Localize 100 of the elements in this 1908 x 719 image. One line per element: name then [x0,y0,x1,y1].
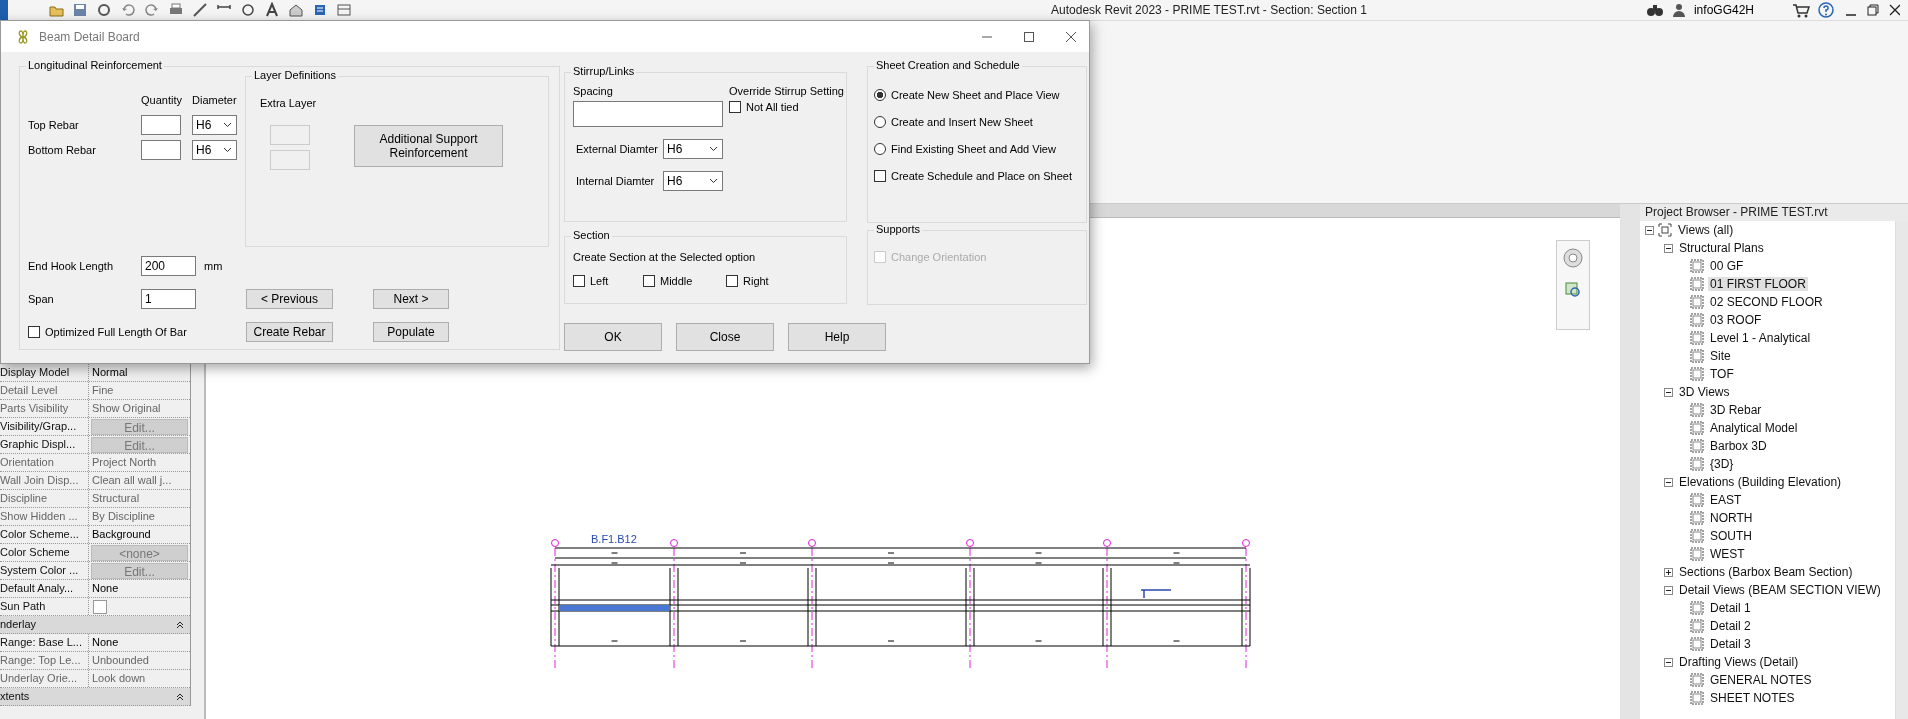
collapse-icon[interactable] [1645,225,1654,235]
tree-item[interactable]: Detail 3 [1708,637,1753,651]
tree-item[interactable]: Barbox 3D [1708,439,1769,453]
support-reinforcement-button[interactable]: Additional Support Reinforcement [354,125,503,167]
tree-item[interactable]: Detail 2 [1708,619,1753,633]
binoculars-icon[interactable] [1645,2,1664,18]
tag-icon[interactable] [240,2,256,18]
input-field[interactable]: 200 [141,256,196,276]
property-value[interactable]: Normal [89,364,128,381]
ok-button[interactable]: OK [564,323,662,351]
input-field[interactable]: 1 [141,289,196,309]
checkbox-label: Change Orientation [891,251,987,263]
tree-item[interactable]: Level 1 - Analytical [1708,331,1813,345]
next-button[interactable]: Next > [373,289,449,309]
collapse-icon[interactable] [176,620,184,629]
house-icon[interactable] [288,2,304,18]
tree-item[interactable]: 02 SECOND FLOOR [1708,295,1825,309]
beam-tag[interactable]: B.F1.B12 [591,533,637,545]
view-icon [1690,313,1704,327]
view-icon [1690,601,1704,615]
checkbox[interactable] [28,326,40,338]
property-value[interactable]: Background [89,526,151,543]
tree-item[interactable]: Detail 1 [1708,601,1753,615]
maximize-icon[interactable] [1023,30,1035,43]
input-field[interactable] [141,114,181,135]
checkbox[interactable] [93,599,107,614]
checkbox[interactable] [729,101,741,113]
help-icon[interactable] [1818,2,1836,18]
tree-item[interactable]: TOF [1708,367,1736,381]
tree-item[interactable]: WEST [1708,547,1747,561]
scrollbar[interactable] [1895,221,1908,719]
tree-item[interactable]: Views (all) [1676,223,1736,237]
tree-item[interactable]: Detail Views (BEAM SECTION VIEW) [1677,583,1883,597]
tree-item[interactable]: SOUTH [1708,529,1754,543]
section-header[interactable]: xtents [0,688,30,705]
field-label: External Diamter [576,143,659,155]
collapse-icon[interactable] [1664,477,1673,487]
collapse-icon[interactable] [1664,585,1673,595]
zoom-icon[interactable] [1564,281,1582,299]
steering-wheel-icon[interactable] [1562,247,1584,269]
user-icon[interactable] [1671,2,1686,18]
radio-button[interactable] [874,143,886,155]
radio-button[interactable] [874,89,886,101]
tree-item[interactable]: EAST [1708,493,1744,507]
close-icon[interactable] [1065,30,1077,43]
tree-item[interactable]: Analytical Model [1708,421,1800,435]
radio-button[interactable] [874,116,886,128]
tree-item[interactable]: 01 FIRST FLOOR [1708,277,1808,291]
collapse-icon[interactable] [1664,387,1673,397]
checkbox[interactable] [573,275,585,287]
dropdown[interactable]: H6 [192,114,237,135]
windows-icon[interactable] [336,2,352,18]
populate-button[interactable]: Populate [373,322,449,342]
checkbox[interactable] [726,275,738,287]
checkbox[interactable] [874,170,886,182]
cart-icon[interactable] [1792,2,1810,18]
user-name[interactable]: infoGG42H [1693,3,1754,17]
input-field[interactable] [573,101,723,127]
tree-item[interactable]: SHEET NOTES [1708,691,1797,705]
collapse-icon[interactable] [176,692,184,701]
dropdown[interactable]: H6 [192,139,237,160]
tree-item[interactable]: 03 ROOF [1708,313,1764,327]
collapse-icon[interactable] [1664,243,1673,253]
property-label: Underlay Orie... [0,670,89,687]
tree-item[interactable]: Structural Plans [1677,241,1766,255]
tree-item[interactable]: 00 GF [1708,259,1746,273]
close-button[interactable]: Close [676,323,774,351]
group-title: Supports [874,223,923,235]
tree-item[interactable]: Site [1708,349,1733,363]
property-label: Visibility/Grap... [0,418,89,435]
tree-item[interactable]: Elevations (Building Elevation) [1677,475,1844,489]
tree-item[interactable]: 3D Rebar [1708,403,1764,417]
checkbox[interactable] [643,275,655,287]
collapse-icon[interactable] [1664,657,1673,667]
tree-item[interactable]: Drafting Views (Detail) [1677,655,1801,669]
property-value[interactable]: None [89,634,119,651]
caret-icon [709,178,718,184]
tree-item[interactable]: {3D} [1708,457,1736,471]
close-icon[interactable] [1888,3,1900,17]
help-button[interactable]: Help [788,323,886,351]
undo-icon[interactable] [120,2,136,18]
field-label: Extra Layer [260,97,318,109]
expand-icon[interactable] [1664,567,1673,577]
tree-item[interactable]: 3D Views [1677,385,1732,399]
restore-icon[interactable] [1866,3,1880,17]
section-header[interactable]: nderlay [0,616,37,633]
dropdown[interactable]: H6 [663,139,723,159]
tree-item[interactable]: GENERAL NOTES [1708,673,1814,687]
dropdown[interactable]: H6 [663,171,723,191]
input-field[interactable] [141,139,181,160]
previous-button[interactable]: < Previous [246,289,333,309]
measure-icon[interactable] [192,2,208,18]
redo-icon[interactable] [144,2,160,18]
tree-item[interactable]: Sections (Barbox Beam Section) [1677,565,1855,579]
create-rebar-button[interactable]: Create Rebar [246,322,333,342]
save-icon[interactable] [72,2,88,18]
section-icon[interactable] [312,2,328,18]
text-icon[interactable] [264,2,280,18]
property-value[interactable]: None [89,580,119,597]
tree-item[interactable]: NORTH [1708,511,1755,525]
